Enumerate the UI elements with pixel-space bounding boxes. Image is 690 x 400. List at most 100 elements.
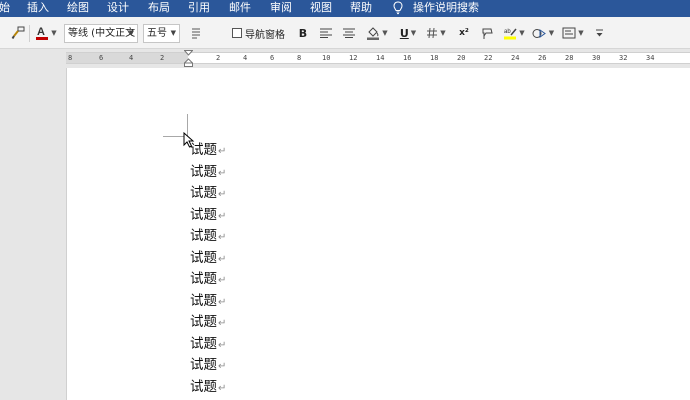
ruler-tick-label: 4 [243,54,248,62]
menu-review-tab[interactable]: 审阅 [270,1,292,15]
phonetic-guide-icon [192,28,200,39]
ruler-tick-label: 18 [430,54,439,62]
ruler-tick-label: 8 [68,54,73,62]
ruler-tick-label: 20 [457,54,466,62]
chevron-down-icon: ▼ [519,29,525,37]
font-name-value: 等线 (中文正文 [68,28,136,39]
menu-help-tab[interactable]: 帮助 [350,1,372,15]
superscript-button[interactable]: x² [455,23,473,43]
ruler-tick-label: 34 [646,54,655,62]
ruler-track: 8 6 4 2 2 4 6 8 10 12 14 16 18 20 22 24 … [66,52,690,64]
ruler-tick-label: 32 [619,54,628,62]
shapes-button[interactable]: ▼ [530,23,556,43]
paragraph-text: 试题 [190,292,217,309]
ruler-tick-label: 26 [538,54,547,62]
ruler-tick-label: 6 [99,54,104,62]
paragraph-mark-icon: ↵ [218,189,227,200]
shading-button[interactable]: ▼ [363,23,391,43]
svg-text:A: A [37,26,45,38]
horizontal-ruler[interactable]: 8 6 4 2 2 4 6 8 10 12 14 16 18 20 22 24 … [0,49,690,68]
chevron-down-icon: ▼ [578,29,584,37]
ruler-tick-label: 6 [270,54,275,62]
ruler-tick-label: 16 [403,54,412,62]
symbol-button[interactable] [478,23,496,43]
tell-me-search[interactable]: 操作说明搜索 [413,1,479,15]
document-page[interactable] [66,68,690,400]
menu-layout-tab[interactable]: 布局 [148,1,170,15]
customize-toolbar-icon [595,29,603,37]
paragraph-mark-icon: ↵ [218,167,227,179]
paragraph-mark-icon: ↵ [218,318,227,329]
paragraph-text: 试题 [190,228,217,244]
paragraph-mark-icon: ↵ [218,275,227,286]
menu-home-tab[interactable]: 始 [0,1,10,15]
customize-toolbar-button[interactable] [592,23,606,43]
ruler-tick-label: 8 [297,54,302,62]
menu-design-tab[interactable]: 设计 [107,1,129,15]
paragraph-text: 试题 [190,142,217,158]
paragraph-text: 试题 [190,314,217,330]
paragraph-mark-icon: ↵ [218,361,227,372]
font-size-combo[interactable]: 五号 ▼ [143,24,180,43]
document-paragraph[interactable]: 试题↵ [190,141,226,161]
underline-button[interactable]: U ▼ [396,23,420,43]
highlight-button[interactable]: ab ▼ [502,23,526,43]
paragraph-text: 试题 [190,271,217,287]
document-paragraph[interactable]: 试题↵ [190,270,226,290]
format-painter-icon [11,26,25,40]
align-center-button[interactable] [340,23,358,43]
chevron-down-icon: ▼ [410,29,417,37]
bold-button[interactable]: B [295,23,311,43]
paragraph-mark-icon: ↵ [218,253,227,265]
phonetic-guide-button[interactable] [186,23,206,43]
document-paragraph[interactable]: 试题↵ [190,378,226,398]
chevron-down-icon: ▼ [548,29,555,37]
document-paragraph[interactable]: 试题↵ [190,163,226,183]
text-box-button[interactable]: ▼ [560,23,586,43]
document-paragraph[interactable]: 试题↵ [190,206,226,226]
underline-label: U [399,26,409,40]
paragraph-mark-icon: ↵ [218,382,227,394]
ribbon-toolbar: A ▼ 等线 (中文正文 ▼ 五号 ▼ 导航窗格 B ▼ U ▼ ▼ x² ab… [0,17,690,49]
ruler-tick-label: 4 [129,54,134,62]
menu-references-tab[interactable]: 引用 [188,1,210,15]
chevron-down-icon[interactable]: ▼ [129,25,134,42]
ruler-margin-shade [66,53,188,63]
format-painter-button[interactable] [8,23,28,43]
menu-mailings-tab[interactable]: 邮件 [229,1,251,15]
document-paragraph[interactable]: 试题↵ [190,356,226,376]
document-canvas: 试题↵ 试题↵ 试题↵ 试题↵ 试题↵ 试题↵ 试题↵ 试题↵ 试题↵ 试题↵ … [0,68,690,400]
font-name-combo[interactable]: 等线 (中文正文 ▼ [64,24,138,43]
document-paragraph[interactable]: 试题↵ [190,313,226,333]
paragraph-text: 试题 [190,357,217,373]
document-paragraph[interactable]: 试题↵ [190,292,226,312]
align-left-button[interactable] [317,23,335,43]
menu-insert-tab[interactable]: 插入 [27,1,49,15]
align-center-icon [343,28,355,38]
document-paragraph[interactable]: 试题↵ [190,335,226,355]
indent-marker-icon[interactable] [184,50,193,67]
ruler-tick-label: 30 [592,54,601,62]
menu-draw-tab[interactable]: 绘图 [67,1,89,15]
menu-view-tab[interactable]: 视图 [310,1,332,15]
paragraph-mark-icon: ↵ [218,232,227,243]
document-paragraph[interactable]: 试题↵ [190,227,226,247]
character-border-button[interactable]: ▼ [424,23,448,43]
document-paragraph[interactable]: 试题↵ [190,184,226,204]
hash-border-icon [427,27,438,39]
highlighter-icon: ab [504,28,517,40]
ruler-tick-label: 10 [322,54,331,62]
paragraph-text: 试题 [190,378,217,395]
font-color-button[interactable]: A ▼ [32,23,60,43]
align-left-icon [320,28,332,38]
chevron-down-icon: ▼ [440,29,446,37]
font-size-value: 五号 [147,28,167,39]
document-paragraph[interactable]: 试题↵ [190,249,226,269]
navigation-pane-toggle[interactable]: 导航窗格 [232,23,288,43]
checkbox-icon[interactable] [232,28,242,38]
paragraph-text: 试题 [190,163,217,180]
menu-bar: 始 插入 绘图 设计 布局 引用 邮件 审阅 视图 帮助 操作说明搜索 [0,0,690,17]
chevron-down-icon[interactable]: ▼ [171,25,176,42]
paragraph-text: 试题 [190,185,217,201]
paragraph-mark-icon: ↵ [218,146,227,157]
